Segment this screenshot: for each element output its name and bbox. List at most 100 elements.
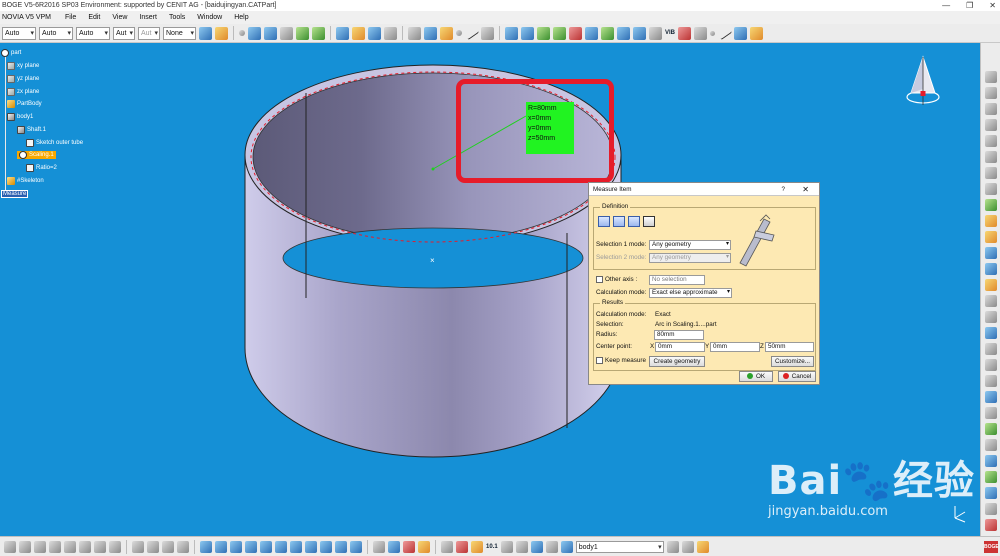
layers-icon[interactable] — [440, 26, 453, 40]
scene-icon[interactable] — [530, 540, 543, 553]
box-yellow2-icon[interactable] — [984, 231, 997, 243]
tree-node-body1[interactable]: body1 — [7, 113, 33, 121]
selection1-mode-combo[interactable]: Any geometry — [649, 240, 731, 250]
measure-annotation[interactable]: R=80mm x=0mm y=0mm z=50mm — [526, 102, 574, 154]
view2-icon[interactable] — [984, 87, 997, 99]
measure-between-bottom-icon[interactable] — [388, 540, 400, 553]
calc-mode-combo[interactable]: Exact else approximate — [649, 288, 732, 298]
line-icon[interactable] — [463, 25, 480, 41]
iso-view-icon[interactable] — [305, 540, 317, 553]
work-object-icon[interactable] — [560, 540, 573, 553]
tree-node-measure[interactable]: Measure — [1, 190, 29, 198]
point2-icon[interactable] — [456, 30, 462, 36]
tree-node-zx-plane[interactable]: zx plane — [7, 88, 39, 96]
view5-icon[interactable] — [984, 135, 997, 147]
center-x-field[interactable]: 0mm — [655, 342, 705, 352]
measure-between-mode-icon[interactable] — [598, 216, 610, 227]
tree-node-skeleton[interactable]: #Skeleton — [7, 177, 44, 185]
menu-window[interactable]: Window — [191, 14, 228, 21]
transform-icon[interactable] — [424, 26, 437, 40]
ok-button[interactable]: OK — [739, 371, 773, 382]
layer2-icon[interactable] — [681, 540, 694, 553]
tool11-icon[interactable] — [984, 455, 997, 467]
keep-measure-checkbox[interactable] — [596, 357, 603, 364]
fit-icon[interactable] — [215, 540, 227, 553]
tree-node-yz-plane[interactable]: yz plane — [7, 75, 39, 83]
fit-all-icon[interactable] — [384, 26, 397, 40]
menu-file[interactable]: File — [59, 14, 82, 21]
brush-icon[interactable] — [215, 26, 228, 40]
color-combo[interactable]: Auto — [2, 26, 36, 40]
radius-field[interactable]: 80mm — [654, 330, 704, 340]
filter-icon[interactable] — [666, 540, 679, 553]
table-icon[interactable] — [162, 540, 174, 553]
view3-icon[interactable] — [984, 103, 997, 115]
point-symbol-combo[interactable]: Aut — [138, 26, 160, 40]
minimize-button[interactable]: — — [942, 0, 950, 11]
zoom-out-icon[interactable] — [275, 540, 287, 553]
tool10-icon[interactable] — [984, 439, 997, 451]
tool13-icon[interactable] — [984, 487, 997, 499]
cylinder-icon[interactable] — [312, 26, 325, 40]
other-axis-checkbox[interactable] — [596, 276, 603, 283]
other-axis-field[interactable]: No selection — [649, 275, 705, 285]
normal-view-icon[interactable] — [290, 540, 302, 553]
print-icon[interactable] — [49, 540, 61, 553]
new-icon[interactable] — [4, 540, 16, 553]
tree-node-scaling[interactable]: Scaling.1 — [17, 151, 56, 159]
helix-icon[interactable] — [264, 26, 277, 40]
offset-icon[interactable] — [601, 26, 614, 40]
tool4-icon[interactable] — [984, 343, 997, 355]
tool8-icon[interactable] — [984, 407, 997, 419]
open-icon[interactable] — [19, 540, 31, 553]
tool6-icon[interactable] — [984, 375, 997, 387]
layer-combo[interactable]: None — [163, 26, 196, 40]
tool7-icon[interactable] — [984, 391, 997, 403]
painter-icon[interactable] — [199, 26, 212, 40]
rotate-icon[interactable] — [245, 540, 257, 553]
formula-icon[interactable] — [132, 540, 144, 553]
sketch-icon[interactable] — [352, 26, 365, 40]
center-z-field[interactable]: 50mm — [765, 342, 814, 352]
paste-icon[interactable] — [79, 540, 91, 553]
tree-node-shaft[interactable]: Shaft.1 — [17, 126, 46, 134]
split-icon[interactable] — [569, 26, 582, 40]
view-icon[interactable] — [984, 71, 997, 83]
fillet-icon[interactable] — [750, 26, 764, 40]
undo-icon[interactable] — [94, 540, 106, 553]
frame2-icon[interactable] — [984, 263, 997, 275]
extrude-icon[interactable] — [537, 26, 550, 40]
transparency-combo[interactable]: Auto — [39, 26, 73, 40]
box-icon[interactable] — [617, 26, 630, 40]
revolve-icon[interactable] — [553, 26, 566, 40]
line2-icon[interactable] — [716, 25, 733, 41]
eraser-icon[interactable] — [280, 26, 293, 40]
tree-node-partbody[interactable]: PartBody — [7, 100, 42, 108]
plane-icon[interactable] — [481, 26, 494, 40]
copy-icon[interactable] — [408, 26, 421, 40]
save-icon[interactable] — [34, 540, 46, 553]
measure-chain-mode-icon[interactable] — [613, 216, 625, 227]
cut-icon[interactable] — [64, 540, 76, 553]
tree-node-ratio[interactable]: Ratio=2 — [26, 164, 57, 172]
tool5-icon[interactable] — [984, 359, 997, 371]
menu-tools[interactable]: Tools — [163, 14, 191, 21]
menu-insert[interactable]: Insert — [133, 14, 163, 21]
tree-node-part[interactable]: part — [1, 49, 21, 57]
update-icon[interactable] — [373, 540, 385, 553]
shading-icon[interactable] — [320, 540, 332, 553]
tool14-icon[interactable] — [984, 503, 997, 515]
measure-between-icon[interactable] — [633, 26, 646, 40]
view6-icon[interactable] — [984, 151, 997, 163]
fly-icon[interactable] — [200, 540, 212, 553]
create-geometry-button[interactable]: Create geometry — [649, 356, 705, 367]
knowledge-icon[interactable] — [177, 540, 189, 553]
measure-fan-mode-icon[interactable] — [628, 216, 640, 227]
settings-icon[interactable] — [471, 540, 483, 553]
box-yellow-icon[interactable] — [984, 215, 997, 227]
tree-node-sketch[interactable]: Sketch outer tube — [26, 139, 83, 147]
tool9-icon[interactable] — [984, 423, 997, 435]
view7-icon[interactable] — [984, 167, 997, 179]
pad-icon[interactable] — [336, 26, 349, 40]
hide-icon[interactable] — [335, 540, 347, 553]
